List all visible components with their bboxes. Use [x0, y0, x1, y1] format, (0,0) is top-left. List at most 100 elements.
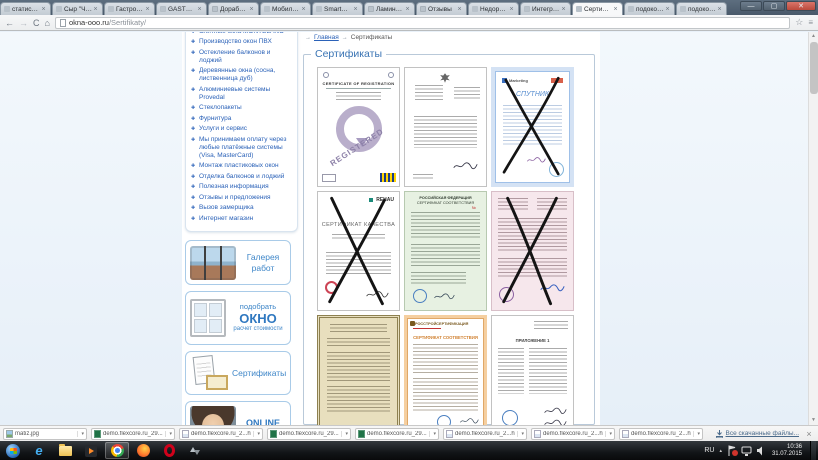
url-text[interactable]: okna-ooo.ru/Sertifikaty/ [69, 18, 146, 27]
browser-tab[interactable]: Недорогие × [468, 2, 519, 15]
browser-tab[interactable]: SmartSoluti × [312, 2, 363, 15]
download-item[interactable]: demo.flexcore.ru_2...html ▾ [619, 428, 703, 440]
tab-close-icon[interactable]: × [92, 6, 99, 13]
chevron-down-icon[interactable]: ▾ [605, 431, 612, 437]
gallery-widget[interactable]: Галерея работ [185, 240, 291, 285]
download-item[interactable]: demo.flexcore.ru_2...html ▾ [179, 428, 263, 440]
close-button[interactable]: ✕ [786, 1, 816, 11]
browser-tab[interactable]: Гастрономи × [104, 2, 155, 15]
online-consultant-widget[interactable]: ONLINE [185, 401, 291, 425]
close-downloads-bar-icon[interactable]: × [803, 429, 815, 439]
certificate-thumbnail-letter[interactable] [404, 67, 487, 187]
certificates-widget[interactable]: Сертификаты [185, 351, 291, 395]
browser-tab[interactable]: подоконни × [624, 2, 675, 15]
maximize-button[interactable]: ▢ [763, 1, 785, 11]
certificate-thumbnail-pink[interactable] [491, 191, 574, 311]
browser-tab[interactable]: Сыр "Чанах" × [52, 2, 103, 15]
taskbar-chrome[interactable] [105, 442, 129, 459]
browser-tab[interactable]: Доработки | × [208, 2, 259, 15]
certificate-thumbnail-prilozhenie[interactable]: ПРИЛОЖЕНИЕ 1 [491, 315, 574, 425]
tab-close-icon[interactable]: × [352, 6, 359, 13]
tab-close-icon[interactable]: × [716, 6, 723, 13]
window-calculator-widget[interactable]: подобрать ОКНО расчет стоимости [185, 291, 291, 345]
tab-close-icon[interactable]: × [508, 6, 515, 13]
download-item[interactable]: demo.flexcore.ru_29....csv ▾ [355, 428, 439, 440]
sidebar-menu-item[interactable]: ✚ Фурнитура [191, 115, 292, 123]
taskbar-firefox[interactable] [131, 442, 155, 459]
browser-tab[interactable]: GASTRONOM × [156, 2, 207, 15]
scrollbar-thumb[interactable] [810, 42, 818, 94]
tab-close-icon[interactable]: × [300, 6, 307, 13]
tab-close-icon[interactable]: × [40, 6, 47, 13]
sidebar-menu-item[interactable]: ✚ Производство окон ПВХ [191, 38, 292, 46]
taskbar-opera[interactable] [157, 442, 181, 459]
tab-close-icon[interactable]: × [248, 6, 255, 13]
certificate-thumbnail-sanitary[interactable] [317, 315, 400, 425]
tray-icons[interactable] [727, 445, 767, 457]
sidebar-menu-item[interactable]: ✚ Остекление балконов и лоджий [191, 49, 292, 65]
scroll-up-icon[interactable]: ▲ [809, 32, 818, 41]
minimize-button[interactable]: — [740, 1, 762, 11]
bookmark-star-icon[interactable]: ☆ [795, 17, 803, 28]
show-desktop-button[interactable] [810, 441, 816, 460]
home-icon[interactable]: ⌂ [45, 17, 50, 29]
sidebar-menu-item[interactable]: ✚ Монтаж пластиковых окон [191, 162, 292, 170]
show-all-downloads-link[interactable]: Все скачанные файлы... [716, 430, 799, 438]
sidebar-menu-item[interactable]: ✚ Алюминиевые системы Provedal [191, 86, 292, 102]
browser-tab[interactable]: Ламиниров × [364, 2, 415, 15]
sidebar-menu-item[interactable]: ✚ Стеклопакеты [191, 104, 292, 112]
taskbar-media-player[interactable] [79, 442, 103, 459]
browser-tab[interactable]: Мобильный × [260, 2, 311, 15]
tab-close-icon[interactable]: × [196, 6, 203, 13]
browser-tab[interactable]: Сертификат × [572, 2, 623, 15]
sidebar-menu-item[interactable]: ✚ Мы принимаем оплату через любые платёж… [191, 136, 292, 160]
clock[interactable]: 10:36 31.07.2015 [772, 444, 805, 458]
download-item[interactable]: demo.flexcore.ru_29....csv ▾ [267, 428, 351, 440]
hidden-icons-chevron[interactable]: ▴ [719, 448, 722, 454]
certificate-thumbnail-bsi[interactable]: CERTIFICATE OF REGISTRATION REGISTERED [317, 67, 400, 187]
chevron-down-icon[interactable]: ▾ [429, 431, 436, 437]
chevron-down-icon[interactable]: ▾ [341, 431, 348, 437]
breadcrumb-home-link[interactable]: Главная [314, 34, 339, 41]
chevron-down-icon[interactable]: ▾ [165, 431, 172, 437]
tab-close-icon[interactable]: × [144, 6, 151, 13]
tab-close-icon[interactable]: × [664, 6, 671, 13]
back-icon[interactable]: ← [5, 17, 14, 29]
tab-close-icon[interactable]: × [612, 6, 619, 13]
address-bar[interactable]: okna-ooo.ru/Sertifikaty/ [55, 17, 790, 29]
sidebar-menu-item[interactable]: ✚ Полезная информация [191, 183, 292, 191]
browser-menu-icon[interactable]: ≡ [808, 18, 813, 27]
download-item[interactable]: demo.flexcore.ru_2...html ▾ [443, 428, 527, 440]
browser-tab[interactable]: подоконни × [676, 2, 727, 15]
tab-close-icon[interactable]: × [560, 6, 567, 13]
browser-tab[interactable]: статистика п × [0, 2, 51, 15]
download-item[interactable]: matiz.jpg ▾ [3, 428, 87, 440]
taskbar-ie[interactable]: e [27, 442, 51, 459]
tab-close-icon[interactable]: × [456, 6, 463, 13]
sidebar-menu-item[interactable]: ✚ Отзывы и предложения [191, 194, 292, 202]
browser-tab[interactable]: Отзывы × [416, 2, 467, 15]
sidebar-menu-item[interactable]: ✚ Интернет магазин [191, 215, 292, 223]
chevron-down-icon[interactable]: ▾ [77, 431, 84, 437]
taskbar-explorer[interactable] [53, 442, 77, 459]
scroll-down-icon[interactable]: ▼ [809, 416, 818, 425]
start-button[interactable] [1, 442, 25, 459]
reload-icon[interactable]: C [33, 17, 40, 29]
chevron-down-icon[interactable]: ▾ [253, 431, 260, 437]
tab-close-icon[interactable]: × [404, 6, 411, 13]
forward-icon[interactable]: → [19, 17, 28, 29]
vertical-scrollbar[interactable]: ▲ ▼ [808, 32, 818, 425]
download-item[interactable]: demo.flexcore.ru_29....csv ▾ [91, 428, 175, 440]
browser-tab[interactable]: Интеграции × [520, 2, 571, 15]
certificate-thumbnail-sputnik[interactable]: Marketing СПУТНИК [491, 67, 574, 187]
sidebar-menu-item[interactable]: ✚ Деревянные окна (сосна, лиственница ду… [191, 67, 292, 83]
chevron-down-icon[interactable]: ▾ [517, 431, 524, 437]
download-item[interactable]: demo.flexcore.ru_2...html ▾ [531, 428, 615, 440]
certificate-thumbnail-rehau[interactable]: REHAU СЕРТИФИКАТ КАЧЕСТВА [317, 191, 400, 311]
sidebar-menu-item[interactable]: ✚ Элитные окна MONTBLANC [191, 32, 292, 36]
sidebar-menu-item[interactable]: ✚ Услуги и сервис [191, 125, 292, 133]
certificate-thumbnail-green-conformity[interactable]: РОССИЙСКАЯ ФЕДЕРАЦИЯ СЕРТИФИКАТ СООТВЕТС… [404, 191, 487, 311]
sidebar-menu-item[interactable]: ✚ Отделка балконов и лоджий [191, 173, 292, 181]
language-indicator[interactable]: RU [704, 447, 714, 454]
chevron-down-icon[interactable]: ▾ [693, 431, 700, 437]
